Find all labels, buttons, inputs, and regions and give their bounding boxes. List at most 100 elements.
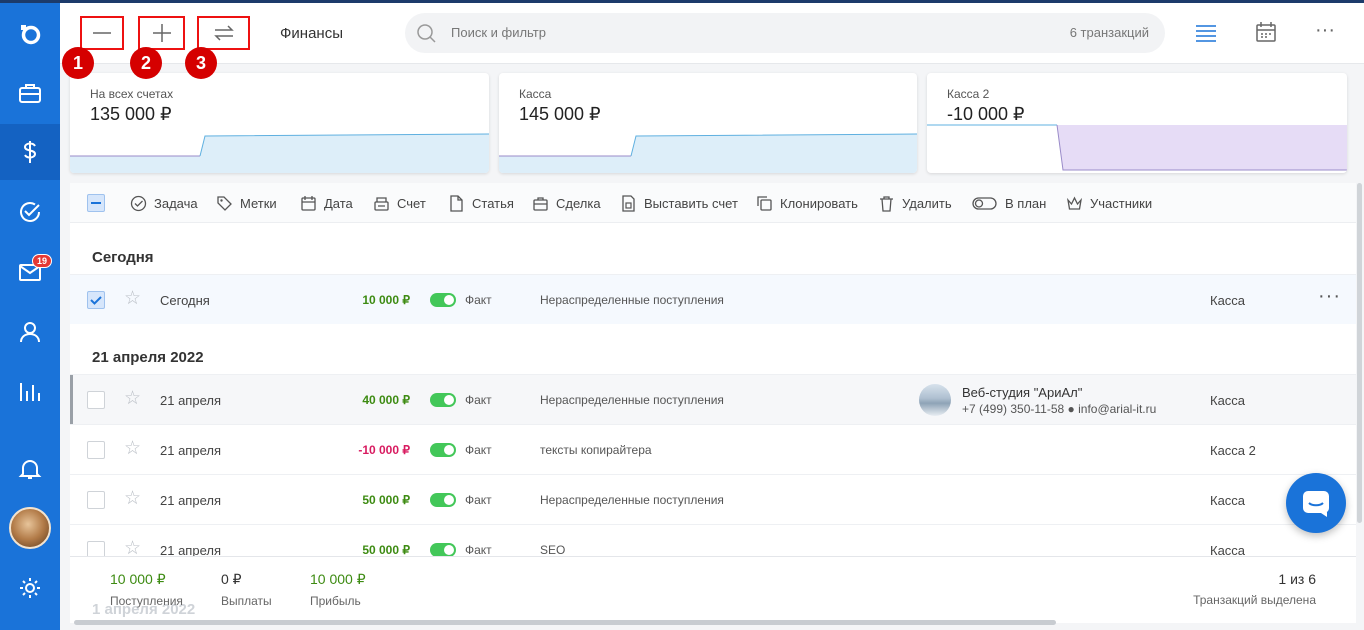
contact-avatar[interactable] bbox=[919, 384, 951, 416]
contact-name[interactable]: Веб-студия "АриАл" bbox=[962, 385, 1082, 400]
row-amount: -10 000 ₽ bbox=[358, 443, 410, 457]
document-icon bbox=[450, 195, 463, 212]
clone-label: Клонировать bbox=[780, 196, 858, 211]
list-view-icon[interactable] bbox=[1195, 23, 1217, 43]
top-bar: 1 2 3 Финансы Поиск и фильтр 6 транзакци… bbox=[60, 3, 1364, 79]
task-action[interactable]: Задача bbox=[130, 195, 198, 212]
account-card-all[interactable]: На всех счетах 135 000 ₽ bbox=[70, 73, 489, 173]
article-action[interactable]: Статья bbox=[448, 195, 514, 212]
sidebar-item-notifications[interactable] bbox=[0, 441, 60, 497]
horizontal-scrollbar[interactable] bbox=[74, 620, 1056, 625]
row-more-icon[interactable]: ··· bbox=[1318, 285, 1341, 308]
row-status: Факт bbox=[465, 543, 492, 557]
app-logo[interactable] bbox=[0, 6, 60, 62]
selection-summary: 1 из 6 Транзакций выделена bbox=[1193, 571, 1316, 607]
expense-button[interactable] bbox=[80, 16, 124, 50]
participants-action[interactable]: Участники bbox=[1066, 195, 1152, 212]
selected-count: 1 из 6 bbox=[1278, 571, 1316, 587]
row-amount: 40 000 ₽ bbox=[362, 393, 410, 407]
row-date: Сегодня bbox=[160, 293, 210, 308]
support-chat-button[interactable] bbox=[1286, 473, 1346, 533]
transaction-row[interactable]: ☆ 21 апреля 50 000 ₽ Факт Нераспределенн… bbox=[70, 474, 1356, 524]
calendar-icon[interactable] bbox=[1255, 21, 1277, 43]
clone-action[interactable]: Клонировать bbox=[756, 195, 858, 212]
toggle-icon bbox=[972, 197, 997, 210]
row-checkbox[interactable] bbox=[87, 441, 105, 459]
fact-toggle[interactable] bbox=[430, 543, 456, 557]
sidebar-item-contacts[interactable] bbox=[0, 304, 60, 360]
deal-action[interactable]: Сделка bbox=[532, 195, 601, 212]
row-account: Касса bbox=[1210, 393, 1246, 408]
vertical-scrollbar[interactable] bbox=[1357, 183, 1362, 523]
copy-icon bbox=[757, 196, 772, 211]
delete-action[interactable]: Удалить bbox=[878, 195, 952, 212]
crown-icon bbox=[1066, 196, 1083, 210]
article-label: Статья bbox=[472, 196, 514, 211]
row-category: Нераспределенные поступления bbox=[540, 293, 724, 307]
checkmark-icon bbox=[90, 296, 102, 305]
check-circle-icon bbox=[130, 195, 147, 212]
cash-register-icon bbox=[374, 197, 389, 211]
sidebar-item-settings[interactable] bbox=[0, 560, 60, 616]
income-button[interactable] bbox=[138, 16, 185, 50]
account-label: Счет bbox=[397, 196, 426, 211]
issue-invoice-action[interactable]: Выставить счет bbox=[620, 195, 738, 212]
row-checkbox[interactable] bbox=[87, 491, 105, 509]
row-account: Касса bbox=[1210, 293, 1246, 308]
sidebar-item-reports[interactable] bbox=[0, 364, 60, 420]
transfer-button[interactable] bbox=[197, 16, 250, 50]
fact-toggle[interactable] bbox=[430, 393, 456, 407]
payout-label: Выплаты bbox=[221, 594, 272, 608]
user-icon bbox=[20, 322, 40, 343]
account-action[interactable]: Счет bbox=[373, 195, 426, 212]
fact-toggle[interactable] bbox=[430, 293, 456, 307]
bulk-actions-toolbar: Задача Метки Дата Счет Статья Сделка Выс… bbox=[70, 183, 1356, 223]
transaction-row[interactable]: ☆ 21 апреля 40 000 ₽ Факт Нераспределенн… bbox=[70, 374, 1356, 425]
row-checkbox[interactable] bbox=[87, 391, 105, 409]
profit-label: Прибыль bbox=[310, 594, 361, 608]
sidebar-item-tasks[interactable] bbox=[0, 184, 60, 240]
user-avatar[interactable] bbox=[9, 507, 51, 549]
star-icon[interactable]: ☆ bbox=[124, 289, 141, 308]
select-all-checkbox[interactable] bbox=[87, 194, 105, 212]
more-menu-icon[interactable]: ··· bbox=[1315, 19, 1335, 42]
fact-toggle[interactable] bbox=[430, 443, 456, 457]
page-title: Финансы bbox=[280, 25, 343, 42]
account-card-kassa[interactable]: Касса 145 000 ₽ bbox=[499, 73, 917, 173]
transaction-row[interactable]: ☆ 21 апреля -10 000 ₽ Факт тексты копира… bbox=[70, 424, 1356, 474]
date-action[interactable]: Дата bbox=[300, 195, 353, 212]
to-plan-action[interactable]: В план bbox=[972, 195, 1046, 212]
chat-icon bbox=[1303, 491, 1329, 517]
sidebar-item-finance[interactable] bbox=[0, 124, 60, 180]
annotation-1: 1 bbox=[62, 47, 94, 79]
calendar-icon bbox=[301, 196, 316, 211]
summary-footer: 1 апреля 2022 10 000 ₽ Поступления 0 ₽ В… bbox=[70, 556, 1356, 618]
row-hover-indicator bbox=[70, 375, 73, 425]
row-status: Факт bbox=[465, 443, 492, 457]
search-input[interactable]: Поиск и фильтр 6 транзакций bbox=[405, 13, 1165, 53]
row-date: 21 апреля bbox=[160, 443, 221, 458]
issue-invoice-label: Выставить счет bbox=[644, 196, 738, 211]
account-card-kassa-2[interactable]: Касса 2 -10 000 ₽ bbox=[927, 73, 1347, 173]
star-icon[interactable]: ☆ bbox=[124, 439, 141, 458]
row-checkbox[interactable] bbox=[87, 291, 105, 309]
transaction-row[interactable]: ☆ Сегодня 10 000 ₽ Факт Нераспределенные… bbox=[70, 274, 1356, 324]
group-heading-today: Сегодня bbox=[92, 249, 154, 266]
fact-toggle[interactable] bbox=[430, 493, 456, 507]
annotation-3: 3 bbox=[185, 47, 217, 79]
star-icon[interactable]: ☆ bbox=[124, 389, 141, 408]
row-date: 21 апреля bbox=[160, 393, 221, 408]
row-amount: 10 000 ₽ bbox=[362, 293, 410, 307]
delete-label: Удалить bbox=[902, 196, 952, 211]
sidebar-item-deals[interactable] bbox=[0, 65, 60, 121]
account-label: На всех счетах bbox=[90, 87, 174, 101]
mail-badge: 19 bbox=[32, 254, 53, 268]
logo-icon bbox=[21, 25, 41, 45]
star-icon[interactable]: ☆ bbox=[124, 489, 141, 508]
row-category: SEO bbox=[540, 543, 566, 557]
sidebar-item-mail[interactable]: 19 bbox=[0, 244, 60, 300]
row-amount: 50 000 ₽ bbox=[362, 543, 410, 557]
search-placeholder: Поиск и фильтр bbox=[451, 25, 546, 40]
to-plan-label: В план bbox=[1005, 196, 1047, 211]
tags-action[interactable]: Метки bbox=[216, 195, 277, 212]
